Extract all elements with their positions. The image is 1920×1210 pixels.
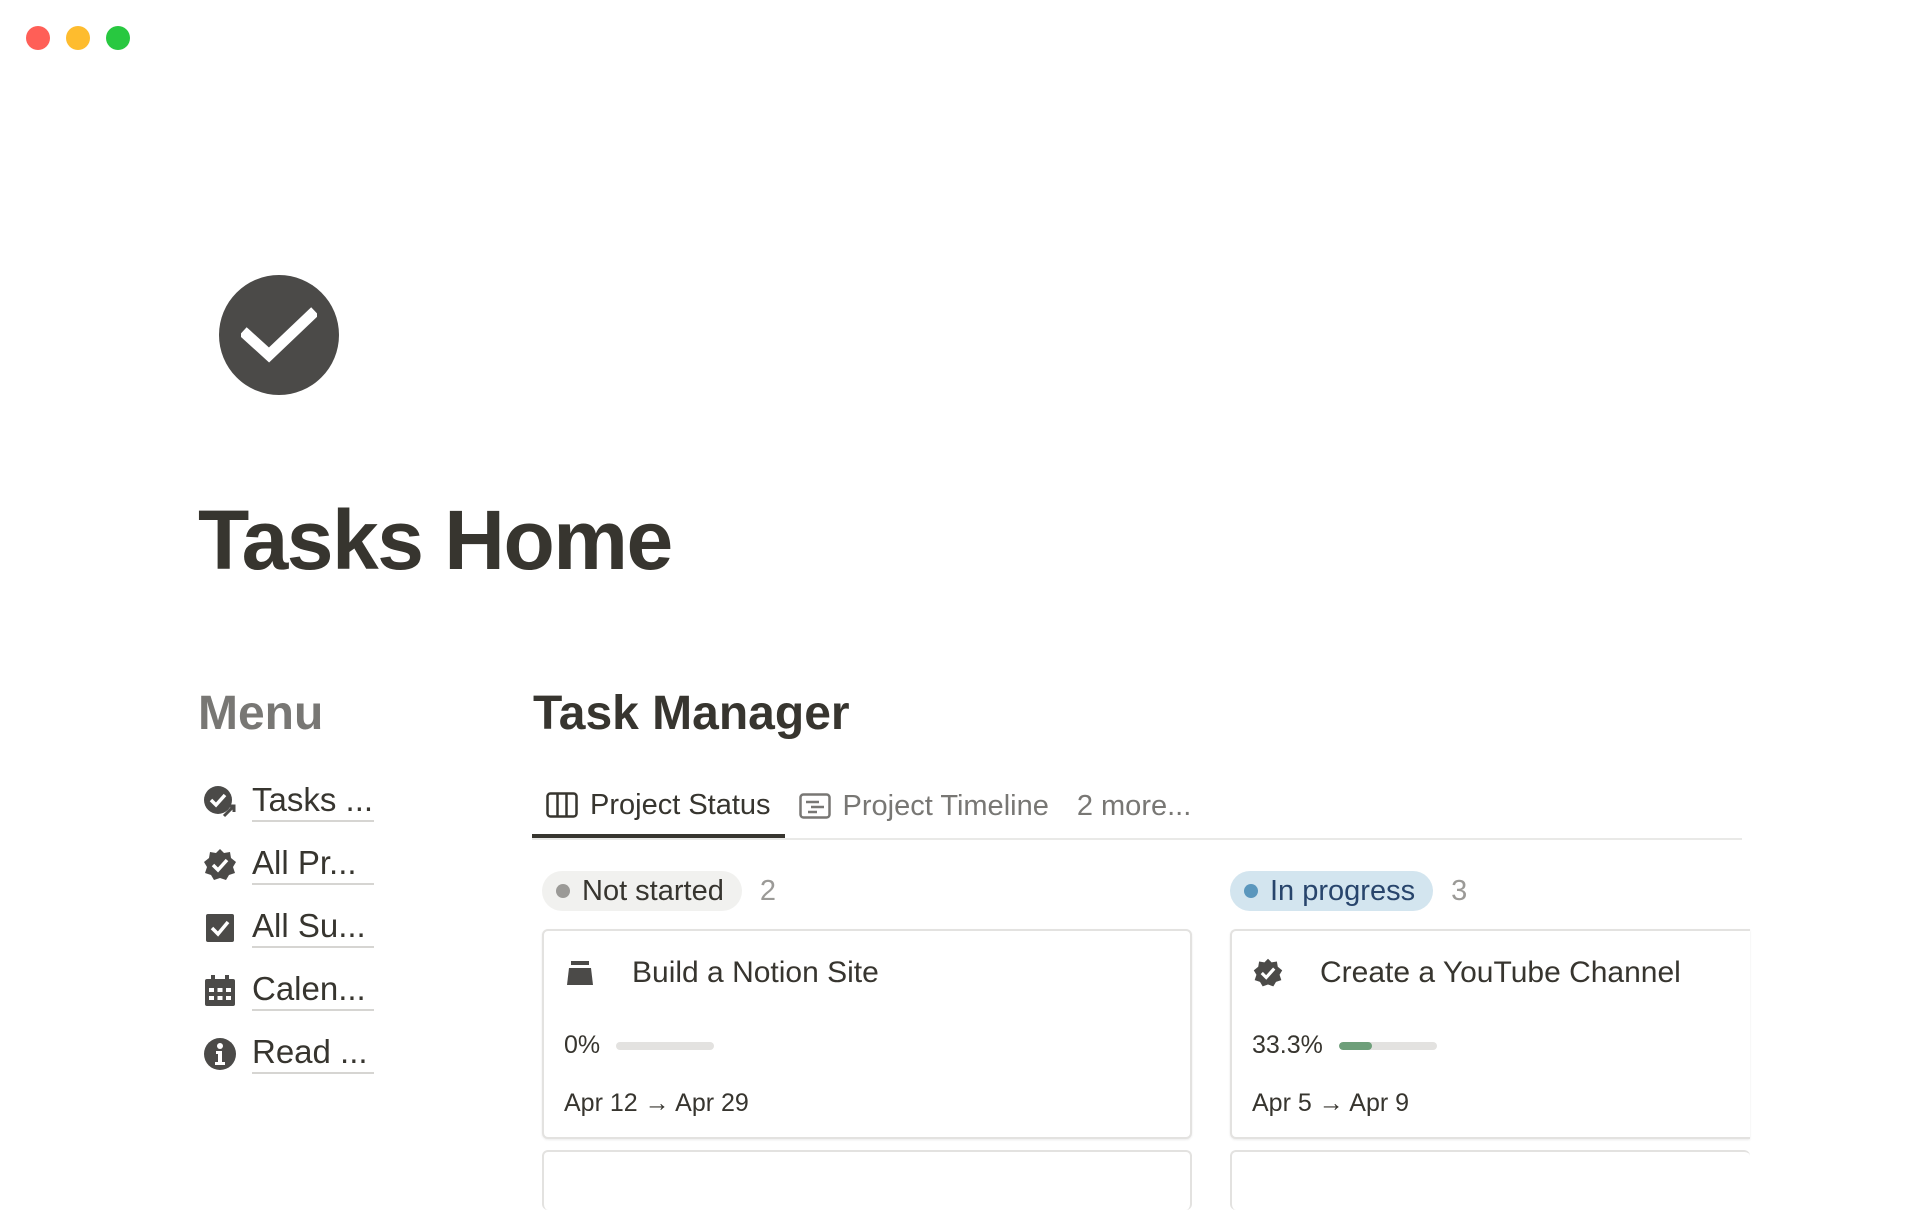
page-title: Tasks Home (198, 493, 673, 587)
menu-item-label: Read ... (252, 1033, 374, 1075)
status-badge: In progress (1230, 871, 1434, 911)
menu-item-tasks[interactable]: Tasks ... (200, 770, 374, 833)
task-card[interactable]: Build a Notion Site 0% Apr 12 → Apr 29 (542, 929, 1192, 1139)
board-column-in-progress: In progress 3 (1230, 870, 1467, 912)
info-icon (200, 1034, 240, 1074)
task-dates: Apr 12 → Apr 29 (564, 1089, 749, 1117)
maximize-window-button[interactable] (106, 26, 130, 50)
column-header[interactable]: Not started 2 (542, 870, 776, 912)
progress-fill (1338, 1041, 1372, 1050)
column-count: 2 (759, 874, 776, 907)
task-dates: Apr 5 → Apr 9 (1252, 1089, 1410, 1117)
task-manager-heading: Task Manager (533, 687, 850, 740)
board-icon (546, 792, 578, 818)
check-circle-arrow-icon (200, 782, 240, 822)
close-window-button[interactable] (26, 26, 50, 50)
task-card[interactable] (1230, 1150, 1750, 1210)
menu-item-label: All Su... (252, 907, 374, 949)
menu-heading: Menu (198, 687, 324, 740)
menu-item-label: All Pr... (252, 844, 374, 886)
status-dot (1244, 884, 1258, 898)
board-column-not-started: Not started 2 (542, 870, 776, 912)
minimize-window-button[interactable] (66, 26, 90, 50)
status-badge: Not started (542, 871, 742, 911)
calendar-icon (200, 971, 240, 1011)
task-title: Create a YouTube Channel (1320, 956, 1681, 989)
column-header[interactable]: In progress 3 (1230, 870, 1467, 912)
menu-item-label: Calen... (252, 970, 374, 1012)
verified-badge-icon (200, 845, 240, 885)
menu-item-read-me[interactable]: Read ... (200, 1022, 374, 1085)
checkbox-icon (200, 908, 240, 948)
column-count: 3 (1451, 874, 1468, 907)
task-title: Build a Notion Site (632, 956, 879, 989)
tab-project-status[interactable]: Project Status (532, 776, 785, 838)
view-tabs: Project Status Project Timeline 2 more..… (532, 776, 1742, 840)
progress-label: 0% (564, 1031, 601, 1059)
tab-project-timeline[interactable]: Project Timeline (785, 776, 1063, 836)
status-label: Not started (582, 874, 724, 907)
check-circle-icon[interactable] (219, 275, 339, 395)
verified-badge-icon (1250, 955, 1286, 991)
menu-list: Tasks ... All Pr... All Su... Calen... R… (200, 770, 374, 1085)
status-label: In progress (1270, 874, 1416, 907)
tab-label: Project Status (590, 788, 771, 821)
task-card[interactable] (542, 1150, 1192, 1210)
tab-label: 2 more... (1076, 789, 1192, 822)
progress-bar (1338, 1041, 1437, 1050)
tab-more-views[interactable]: 2 more... (1063, 776, 1205, 836)
progress-label: 33.3% (1252, 1031, 1323, 1059)
menu-item-all-subtasks[interactable]: All Su... (200, 896, 374, 959)
menu-item-calendar[interactable]: Calen... (200, 959, 374, 1022)
progress-bar (616, 1041, 715, 1050)
status-dot (556, 884, 570, 898)
menu-item-all-projects[interactable]: All Pr... (200, 833, 374, 896)
menu-item-label: Tasks ... (252, 781, 374, 823)
window-controls (26, 26, 130, 50)
timeline-icon (798, 793, 831, 819)
tab-label: Project Timeline (842, 789, 1049, 822)
task-card[interactable]: Create a YouTube Channel 33.3% Apr 5 → A… (1230, 929, 1750, 1139)
inbox-tray-icon (562, 955, 598, 991)
